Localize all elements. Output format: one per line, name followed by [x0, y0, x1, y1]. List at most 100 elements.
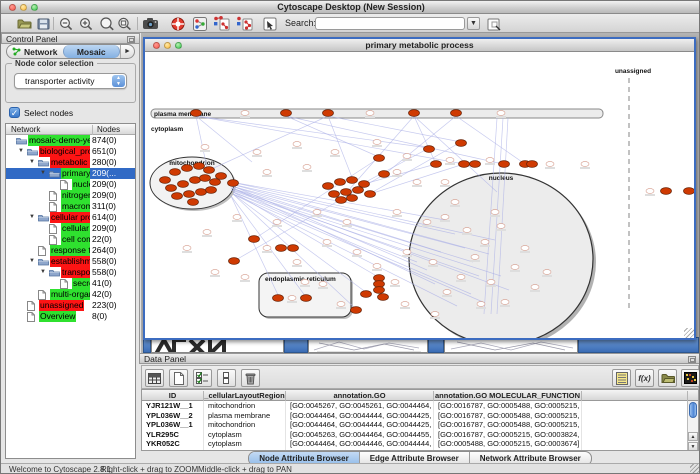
- network-node[interactable]: [486, 158, 494, 163]
- tree-expand-arrow[interactable]: ▼: [18, 148, 24, 154]
- table-row[interactable]: YLR295Ccytoplasm[GO:0045263, GO:0044464,…: [142, 430, 698, 440]
- node-label-stub[interactable]: [210, 275, 220, 277]
- table-row[interactable]: YKR052Ccytoplasm[GO:0044464, GO:0044446,…: [142, 439, 698, 449]
- node-label-stub[interactable]: [252, 155, 262, 157]
- network-node[interactable]: [429, 260, 437, 265]
- network-node-highlighted[interactable]: [184, 191, 195, 198]
- node-label-stub[interactable]: [392, 215, 402, 217]
- tree-row[interactable]: nucleobase-209(0): [6, 179, 135, 190]
- network-node[interactable]: [183, 246, 191, 251]
- network-node-highlighted[interactable]: [378, 294, 389, 301]
- tree-row[interactable]: secretion41(0): [6, 278, 135, 289]
- tree-row[interactable]: multi-organism pro42(0): [6, 289, 135, 300]
- network-node-highlighted[interactable]: [351, 307, 362, 314]
- tree-expand-arrow[interactable]: ▼: [40, 269, 46, 275]
- node-label-stub[interactable]: [262, 251, 272, 253]
- node-label-stub[interactable]: [496, 116, 506, 118]
- help-lifesaver-icon[interactable]: [171, 16, 185, 31]
- table-column-header[interactable]: annotation.GO CELLULAR_COMPONENT: [286, 391, 434, 401]
- node-label-stub[interactable]: [392, 175, 402, 177]
- node-label-stub[interactable]: [262, 175, 272, 177]
- tab-mosaic[interactable]: Mosaic: [63, 45, 121, 58]
- network-node-highlighted[interactable]: [336, 197, 347, 204]
- view-resize-grip[interactable]: [684, 328, 694, 338]
- node-label-stub[interactable]: [240, 116, 250, 118]
- table-column-header[interactable]: annotation.GO MOLECULAR_FUNCTION: [434, 391, 582, 401]
- network-node[interactable]: [263, 170, 271, 175]
- network-node[interactable]: [303, 165, 311, 170]
- node-label-stub[interactable]: [302, 170, 312, 172]
- node-label-stub[interactable]: [352, 255, 362, 257]
- node-label-stub[interactable]: [462, 233, 472, 235]
- network-node-highlighted[interactable]: [661, 188, 672, 195]
- network-node[interactable]: [451, 200, 459, 205]
- node-label-stub[interactable]: [322, 245, 332, 247]
- network-node-highlighted[interactable]: [459, 161, 470, 168]
- node-label-stub[interactable]: [440, 220, 450, 222]
- tree-row[interactable]: Overview8(0): [6, 311, 135, 322]
- node-label-stub[interactable]: [336, 307, 346, 309]
- network-node-highlighted[interactable]: [228, 180, 239, 187]
- network-node-highlighted[interactable]: [182, 165, 193, 172]
- network-node[interactable]: [253, 150, 261, 155]
- tree-expand-arrow[interactable]: ▼: [40, 170, 46, 176]
- node-label-stub[interactable]: [470, 260, 480, 262]
- tree-row[interactable]: unassigned223(0): [6, 300, 135, 311]
- network-window-titlebar[interactable]: primary metabolic process: [145, 39, 694, 52]
- network-node[interactable]: [546, 162, 554, 167]
- node-label-stub[interactable]: [402, 159, 412, 161]
- network-node[interactable]: [443, 290, 451, 295]
- tree-row[interactable]: cell communicat22(0): [6, 234, 135, 245]
- network-node[interactable]: [463, 228, 471, 233]
- save-icon[interactable]: [37, 16, 50, 31]
- node-label-stub[interactable]: [542, 275, 552, 277]
- network-node-highlighted[interactable]: [191, 110, 202, 117]
- table-column-header[interactable]: _cellularLayoutRegion: [204, 391, 286, 401]
- tree-row[interactable]: macromolecule311(0): [6, 201, 135, 212]
- scrollbar-thumb[interactable]: [689, 402, 697, 418]
- network-node[interactable]: [543, 270, 551, 275]
- network-node-highlighted[interactable]: [323, 110, 334, 117]
- app-resize-grip[interactable]: [690, 464, 700, 474]
- import-attributes-icon[interactable]: [658, 369, 677, 387]
- network-node-highlighted[interactable]: [409, 110, 420, 117]
- node-label-stub[interactable]: [476, 307, 486, 309]
- node-label-stub[interactable]: [430, 317, 440, 319]
- node-label-stub[interactable]: [440, 185, 450, 187]
- network-node-highlighted[interactable]: [166, 185, 177, 192]
- network-node-highlighted[interactable]: [431, 161, 442, 168]
- node-label-stub[interactable]: [342, 225, 352, 227]
- network-node-highlighted[interactable]: [359, 181, 370, 188]
- table-scrollbar[interactable]: ▲ ▼: [687, 401, 698, 451]
- node-label-stub[interactable]: [300, 285, 310, 287]
- network-node-highlighted[interactable]: [329, 191, 340, 198]
- network-node[interactable]: [441, 180, 449, 185]
- network-node-highlighted[interactable]: [365, 191, 376, 198]
- network-node-highlighted[interactable]: [451, 110, 462, 117]
- node-color-dropdown[interactable]: transporter activity ▲▼: [14, 73, 127, 89]
- network-node[interactable]: [366, 111, 374, 116]
- network-node[interactable]: [471, 255, 479, 260]
- network-node-highlighted[interactable]: [361, 291, 372, 298]
- network-node-highlighted[interactable]: [684, 188, 695, 195]
- network-node-highlighted[interactable]: [341, 189, 352, 196]
- tree-expand-arrow[interactable]: ▼: [29, 159, 35, 165]
- table-column-header[interactable]: [582, 391, 688, 401]
- network-node-highlighted[interactable]: [249, 236, 260, 243]
- network-node[interactable]: [373, 264, 381, 269]
- network-node[interactable]: [487, 280, 495, 285]
- network-node-highlighted[interactable]: [288, 245, 299, 252]
- network-node[interactable]: [401, 302, 409, 307]
- node-label-stub[interactable]: [490, 215, 500, 217]
- network-node[interactable]: [393, 210, 401, 215]
- network-node[interactable]: [313, 210, 321, 215]
- network-node[interactable]: [331, 150, 339, 155]
- network-node[interactable]: [501, 300, 509, 305]
- tree-row[interactable]: nitrogen compo209(0): [6, 190, 135, 201]
- annotation-icon[interactable]: [263, 16, 277, 31]
- node-label-stub[interactable]: [496, 229, 506, 231]
- network-node[interactable]: [353, 250, 361, 255]
- tree-expand-arrow[interactable]: ▼: [29, 258, 35, 264]
- network-node[interactable]: [293, 142, 301, 147]
- node-label-stub[interactable]: [580, 167, 590, 169]
